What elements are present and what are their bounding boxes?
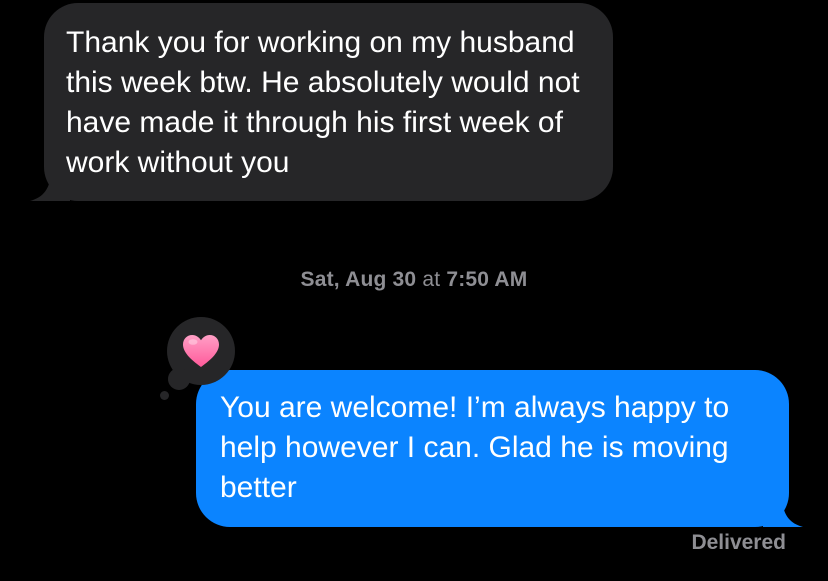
timestamp-time: 7:50 AM (446, 268, 528, 291)
reaction-bubble-dot-large (168, 368, 190, 390)
outgoing-bubble-tail (763, 495, 803, 527)
outgoing-message-text: You are welcome! I’m always happy to hel… (220, 391, 730, 504)
delivery-status: Delivered (691, 531, 786, 554)
timestamp-separator: at (422, 268, 441, 291)
heart-icon (183, 335, 219, 367)
timestamp-day: Sat, Aug 30 (300, 268, 417, 291)
message-timestamp: Sat, Aug 30 at 7:50 AM (0, 268, 828, 292)
incoming-bubble-tail (30, 169, 70, 201)
outgoing-message-bubble[interactable]: You are welcome! I’m always happy to hel… (196, 370, 803, 527)
incoming-message-bubble[interactable]: Thank you for working on my husband this… (30, 3, 613, 201)
incoming-message-text: Thank you for working on my husband this… (66, 26, 580, 179)
reaction-bubble-dot-small (160, 391, 169, 400)
